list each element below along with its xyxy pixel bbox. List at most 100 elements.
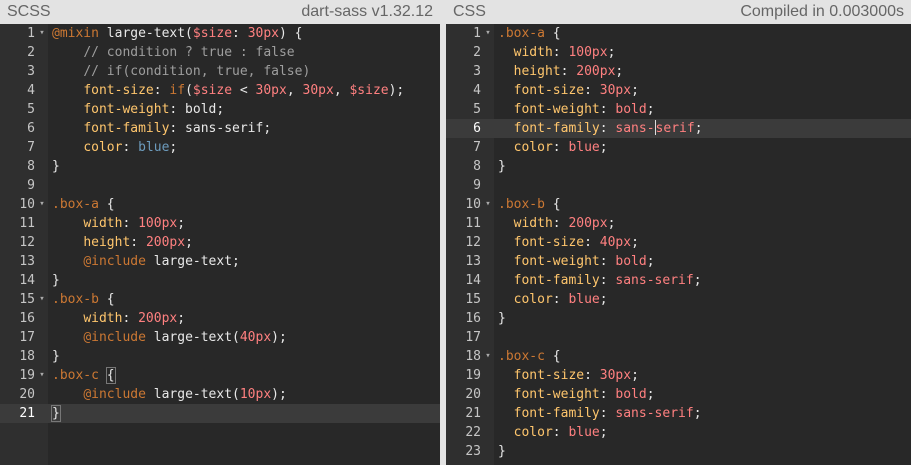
matched-bracket: } [51, 405, 61, 422]
code-token: : [599, 406, 616, 421]
code-token: 40px [599, 235, 632, 250]
code-token: } [498, 444, 506, 459]
line-number: 20 [19, 387, 35, 402]
code-line[interactable]: 2 width: 100px; [446, 43, 911, 62]
code-token: @include [83, 387, 146, 402]
code-line[interactable]: 7 color: blue; [446, 138, 911, 157]
code-line[interactable]: 18} [0, 347, 440, 366]
code-token: font-size [513, 83, 585, 98]
code-token: blue [568, 292, 600, 307]
code-line[interactable]: 3 // if(condition, true, false) [0, 62, 440, 81]
code-line[interactable]: 1 ▾ @mixin large-text($size: 30px) { [0, 24, 440, 43]
line-number: 18 [19, 349, 35, 364]
code-line[interactable]: 11 width: 100px; [0, 214, 440, 233]
code-line[interactable]: 21 font-family: sans-serif; [446, 404, 911, 423]
code-line[interactable]: 12 height: 200px; [0, 233, 440, 252]
code-line[interactable]: 6 font-family: sans-serif; [0, 119, 440, 138]
code-line[interactable]: 9 [0, 176, 440, 195]
code-line[interactable]: 10 ▾ .box-a { [0, 195, 440, 214]
code-token: } [498, 311, 506, 326]
line-number: 12 [465, 235, 481, 250]
code-token: ; [599, 425, 608, 440]
line-code: color: blue; [498, 138, 608, 157]
code-line[interactable]: 14 font-family: sans-serif; [446, 271, 911, 290]
fold-arrow-icon[interactable]: ▾ [37, 290, 47, 309]
code-line[interactable]: 13 font-weight: bold; [446, 252, 911, 271]
code-line[interactable]: 22 color: blue; [446, 423, 911, 442]
code-token: : [552, 425, 569, 440]
code-line[interactable]: 19 ▾ .box-c { [0, 366, 440, 385]
code-token: sans-serif [615, 406, 694, 421]
code-line[interactable]: 4 font-size: if($size < 30px, 30px, $siz… [0, 81, 440, 100]
code-line[interactable]: 8} [0, 157, 440, 176]
code-token: font-weight [513, 387, 600, 402]
line-code: height: 200px; [498, 62, 624, 81]
code-line[interactable]: 19 font-size: 30px; [446, 366, 911, 385]
line-number: 3 [27, 64, 35, 79]
line-number: 15 [465, 292, 481, 307]
code-line[interactable]: 8} [446, 157, 911, 176]
line-code: font-family: sans-serif; [498, 271, 702, 290]
fold-arrow-icon[interactable]: ▾ [37, 366, 47, 385]
fold-arrow-icon[interactable]: ▾ [483, 195, 493, 214]
code-token: font-family [83, 121, 170, 136]
line-code: @include large-text(40px); [52, 328, 287, 347]
line-code: .box-a { [52, 195, 115, 214]
code-line[interactable]: 17 [446, 328, 911, 347]
code-line[interactable]: 7 color: blue; [0, 138, 440, 157]
line-number: 8 [473, 159, 481, 174]
code-line[interactable]: 23} [446, 442, 911, 461]
fold-arrow-icon[interactable]: ▾ [37, 24, 47, 43]
code-token: color [513, 292, 553, 307]
code-line[interactable]: 3 height: 200px; [446, 62, 911, 81]
code-token: : [130, 235, 146, 250]
code-line[interactable]: 10 ▾ .box-b { [446, 195, 911, 214]
scss-pane: SCSS dart-sass v1.32.12 1 ▾ @mixin large-t… [0, 0, 440, 465]
code-token: blue [568, 425, 600, 440]
code-token: .box-c [498, 349, 545, 364]
line-code: font-family: sans-serif; [498, 119, 703, 138]
code-line[interactable]: 12 font-size: 40px; [446, 233, 911, 252]
code-line[interactable]: 18 ▾ .box-c { [446, 347, 911, 366]
code-line[interactable]: 21} [0, 404, 440, 423]
code-line[interactable]: 9 [446, 176, 911, 195]
scss-editor[interactable]: 1 ▾ @mixin large-text($size: 30px) {2 // c… [0, 24, 440, 465]
code-token: { [544, 197, 561, 212]
code-line[interactable]: 1 ▾ .box-a { [446, 24, 911, 43]
line-number: 21 [19, 406, 35, 421]
line-code: font-size: if($size < 30px, 30px, $size)… [52, 81, 404, 100]
code-line[interactable]: 4 font-size: 30px; [446, 81, 911, 100]
line-code: } [498, 309, 506, 328]
code-line[interactable]: 15 ▾ .box-b { [0, 290, 440, 309]
code-token: 200px [568, 216, 608, 231]
code-line[interactable]: 20 @include large-text(10px); [0, 385, 440, 404]
code-line[interactable]: 11 width: 200px; [446, 214, 911, 233]
code-token: ; [631, 83, 639, 98]
code-token: 10px [239, 387, 272, 402]
code-line[interactable]: 13 @include large-text; [0, 252, 440, 271]
line-number: 18 [465, 349, 481, 364]
code-token: : [153, 83, 170, 98]
fold-arrow-icon[interactable]: ▾ [483, 347, 493, 366]
code-token: width [83, 311, 123, 326]
code-line[interactable]: 5 font-weight: bold; [446, 100, 911, 119]
code-line[interactable]: 14} [0, 271, 440, 290]
code-line[interactable]: 5 font-weight: bold; [0, 100, 440, 119]
line-number: 17 [465, 330, 481, 345]
code-line[interactable]: 20 font-weight: bold; [446, 385, 911, 404]
code-line[interactable]: 2 // condition ? true : false [0, 43, 440, 62]
fold-arrow-icon[interactable]: ▾ [483, 24, 493, 43]
code-line[interactable]: 17 @include large-text(40px); [0, 328, 440, 347]
code-line[interactable]: 16} [446, 309, 911, 328]
code-line[interactable]: 6 font-family: sans-serif; [446, 119, 911, 138]
line-code: } [498, 442, 506, 461]
code-line[interactable]: 16 width: 200px; [0, 309, 440, 328]
fold-arrow-icon[interactable]: ▾ [37, 195, 47, 214]
css-output-editor[interactable]: 1 ▾ .box-a {2 width: 100px; 3 height: 200px… [446, 24, 911, 465]
code-line[interactable]: 15 color: blue; [446, 290, 911, 309]
code-token: , [286, 83, 303, 98]
scss-pane-title: SCSS [7, 3, 51, 20]
